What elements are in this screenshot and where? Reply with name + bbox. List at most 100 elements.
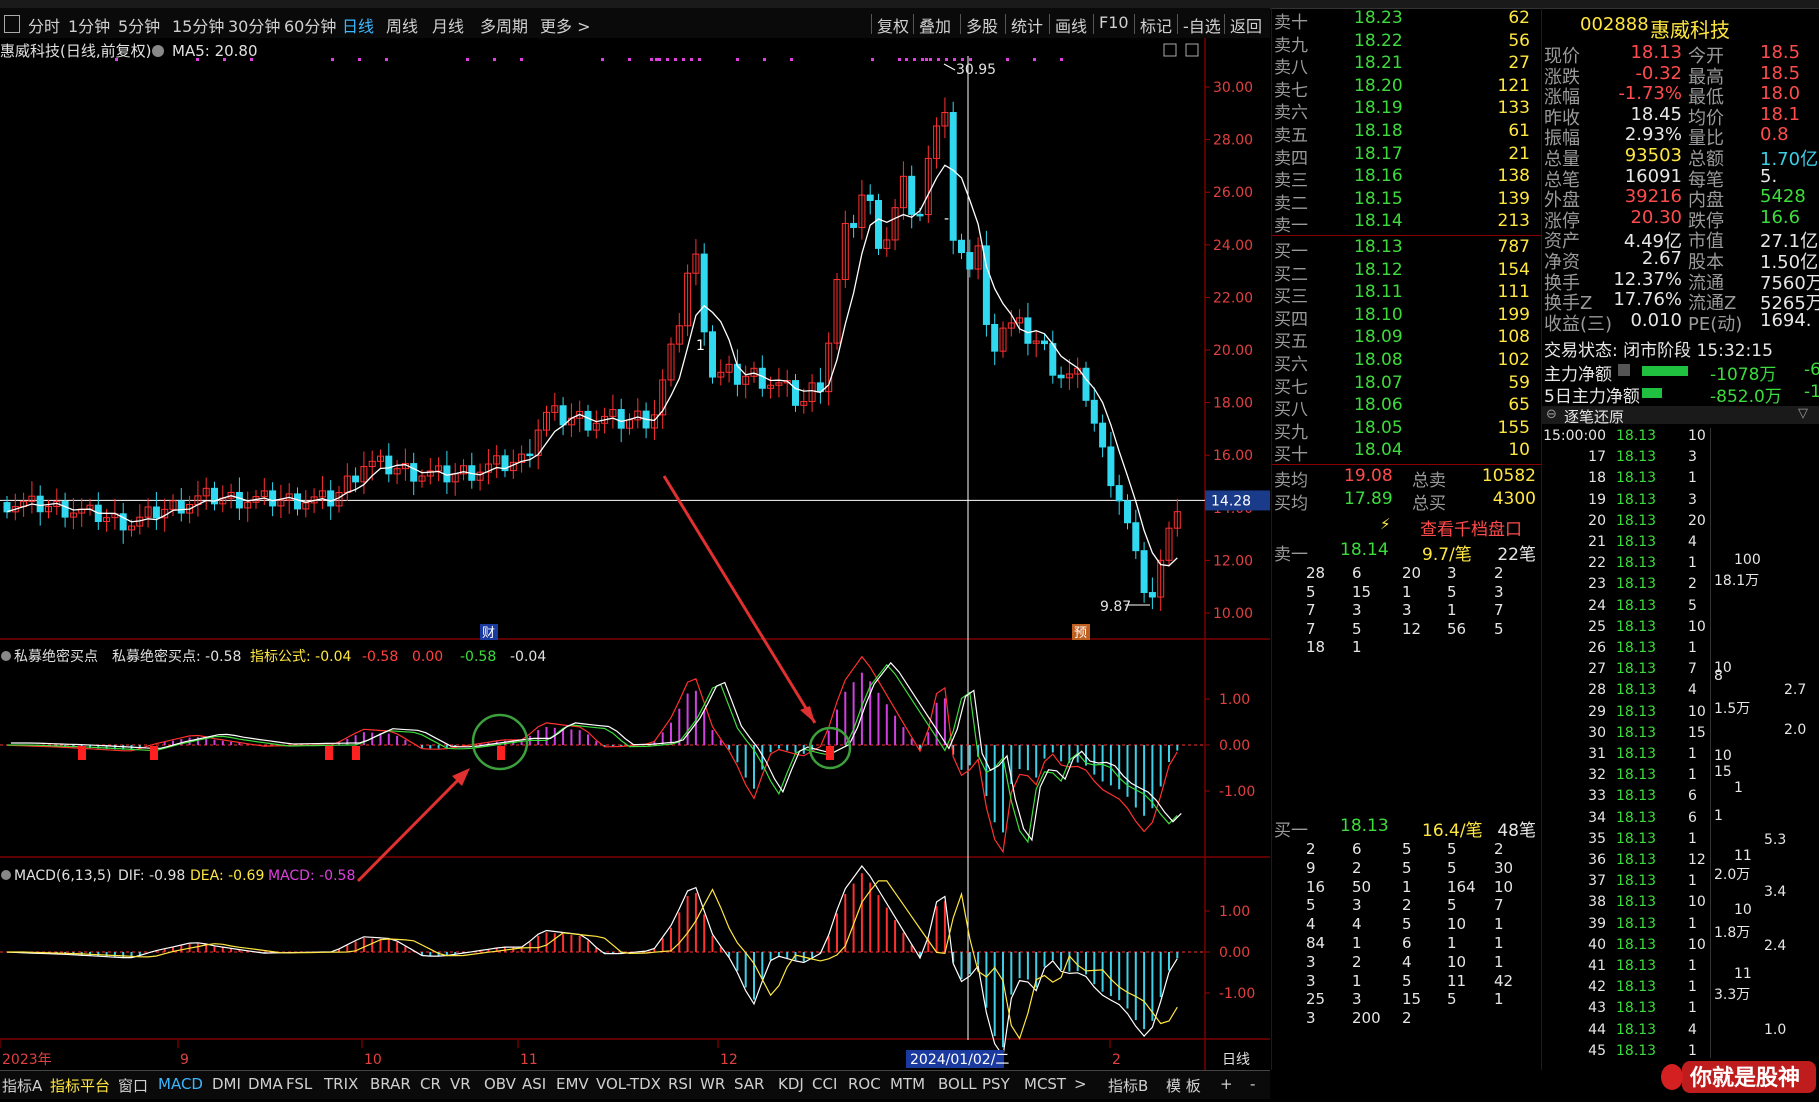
bid-row[interactable]: 买五 18.09 108 — [1272, 327, 1542, 352]
indicator-tab-15[interactable]: RSI — [668, 1075, 692, 1093]
bottom-right-btn-3[interactable]: - — [1250, 1075, 1255, 1093]
indicator-tab-1[interactable]: 指标平台 — [50, 1075, 110, 1096]
ask-row[interactable]: 卖一 18.14 213 — [1272, 211, 1542, 236]
tick-volume: 6 — [1688, 788, 1697, 805]
dropdown-icon[interactable] — [152, 45, 164, 57]
ind1-dropdown-icon[interactable] — [1, 651, 11, 661]
bid-row[interactable]: 买二 18.12 154 — [1272, 260, 1542, 285]
period-2[interactable]: 5分钟 — [118, 13, 160, 37]
indicator-tab-12[interactable]: ASI — [522, 1075, 546, 1093]
indicator-tab-0[interactable]: 指标A — [2, 1075, 42, 1096]
window-menu-icon[interactable] — [4, 15, 20, 33]
ask-row[interactable]: 卖七 18.20 121 — [1272, 76, 1542, 101]
ask-row[interactable]: 卖十 18.23 62 — [1272, 8, 1542, 33]
queue-cell: 7 — [1306, 601, 1316, 619]
toolbar-btn-5[interactable]: F10 — [1099, 13, 1129, 32]
toolbar-btn-8[interactable]: 返回 — [1230, 13, 1262, 37]
queue-cell: 84 — [1306, 934, 1326, 952]
candle-annotation: 1 — [696, 338, 705, 354]
period-9[interactable]: 多周期 — [480, 13, 528, 37]
candle-body — [966, 252, 974, 270]
toolbar-btn-1[interactable]: 叠加 — [919, 13, 951, 37]
bid-row[interactable]: 买九 18.05 155 — [1272, 418, 1542, 443]
tick-row: 26 18.13 1 — [1542, 640, 1819, 660]
toolbar-btn-7[interactable]: -自选 — [1183, 13, 1221, 37]
indicator-tab-10[interactable]: VR — [450, 1075, 471, 1093]
period-6[interactable]: 日线 — [342, 13, 374, 37]
bid-row[interactable]: 买四 18.10 199 — [1272, 305, 1542, 330]
toolbar-btn-0[interactable]: 复权 — [877, 13, 909, 37]
indicator-tab-7[interactable]: TRIX — [324, 1075, 358, 1093]
bid-volume: 102 — [1497, 350, 1530, 370]
indicator-tab-16[interactable]: WR — [700, 1075, 725, 1093]
indicator-tab-23[interactable]: PSY — [982, 1075, 1010, 1093]
indicator-tab-9[interactable]: CR — [420, 1075, 441, 1093]
indicator-tab-2[interactable]: 窗口 — [118, 1075, 148, 1096]
toolbar-btn-4[interactable]: 画线 — [1055, 13, 1087, 37]
period-4[interactable]: 30分钟 — [228, 13, 280, 37]
indicator-tab-11[interactable]: OBV — [484, 1075, 516, 1093]
bid-row[interactable]: 买七 18.07 59 — [1272, 373, 1542, 398]
ask-label: 卖四 — [1274, 148, 1308, 169]
period-0[interactable]: 分时 — [28, 13, 60, 37]
indicator-tab-18[interactable]: KDJ — [778, 1075, 804, 1093]
indicator-tab-3[interactable]: MACD — [158, 1075, 203, 1093]
bid-row[interactable]: 买八 18.06 65 — [1272, 395, 1542, 420]
indicator-tab-19[interactable]: CCI — [812, 1075, 837, 1093]
indicator-tab-8[interactable]: BRAR — [370, 1075, 411, 1093]
period-5[interactable]: 60分钟 — [284, 13, 336, 37]
sell-total-label: 总卖 — [1412, 471, 1446, 491]
date-tick-label: 11 — [520, 1052, 538, 1068]
price-tick-label: 30.00 — [1213, 80, 1253, 96]
period-8[interactable]: 月线 — [432, 13, 464, 37]
candle-body — [1124, 500, 1131, 524]
period-3[interactable]: 15分钟 — [172, 13, 224, 37]
signal-dot — [385, 58, 388, 61]
filter-icon[interactable]: ▽ — [1798, 406, 1808, 421]
ask-row[interactable]: 卖三 18.16 138 — [1272, 166, 1542, 191]
period-1[interactable]: 1分钟 — [68, 13, 110, 37]
main5-net-bar — [1642, 388, 1662, 398]
indicator-tab-6[interactable]: FSL — [286, 1075, 312, 1093]
tick-side-value: 10 — [1714, 748, 1732, 764]
period-10[interactable]: 更多 > — [540, 13, 591, 37]
ask-row[interactable]: 卖二 18.15 139 — [1272, 189, 1542, 214]
ask-row[interactable]: 卖九 18.22 56 — [1272, 31, 1542, 56]
collapse-icon[interactable]: ⊖ — [1546, 407, 1557, 422]
indicator-tab-22[interactable]: BOLL — [938, 1075, 977, 1093]
ask-row[interactable]: 卖五 18.18 61 — [1272, 121, 1542, 146]
bid-row[interactable]: 买一 18.13 787 — [1272, 237, 1542, 262]
bid-row[interactable]: 买十 18.04 10 — [1272, 440, 1542, 465]
indicator-tab-5[interactable]: DMA — [248, 1075, 283, 1093]
depth-link[interactable]: 查看千档盘口 — [1420, 515, 1522, 540]
macd-dropdown-icon[interactable] — [1, 870, 11, 880]
ind1-value-3: -0.58 — [460, 649, 496, 665]
indicator-tab-20[interactable]: ROC — [848, 1075, 881, 1093]
indicator-tab-13[interactable]: EMV — [556, 1075, 589, 1093]
ask-row[interactable]: 卖六 18.19 133 — [1272, 98, 1542, 123]
ask-row[interactable]: 卖八 18.21 27 — [1272, 53, 1542, 78]
queue-cell: 200 — [1352, 1009, 1381, 1028]
indicator-tab-14[interactable]: VOL-TDX — [596, 1075, 661, 1093]
bottom-right-btn-2[interactable]: + — [1220, 1075, 1233, 1093]
toolbar-btn-2[interactable]: 多股 — [966, 13, 998, 37]
indicator-tab-4[interactable]: DMI — [212, 1075, 241, 1093]
toolbar-btn-3[interactable]: 统计 — [1011, 13, 1043, 37]
toolbar-btn-6[interactable]: 标记 — [1140, 13, 1172, 37]
price-tick-label: 28.00 — [1213, 133, 1253, 149]
bid-row[interactable]: 买六 18.08 102 — [1272, 350, 1542, 375]
period-7[interactable]: 周线 — [386, 13, 418, 37]
axis-mode-label[interactable]: 日线 — [1222, 1052, 1250, 1068]
candle-body — [1132, 522, 1140, 552]
indicator-tab-25[interactable]: > — [1074, 1075, 1087, 1093]
indicator-tab-21[interactable]: MTM — [890, 1075, 925, 1093]
chart-area[interactable]: 惠威科技(日线,前复权) MA5: 20.80 30.00 28.00 26.00 24.… — [0, 38, 1270, 1070]
indicator-tab-24[interactable]: MCST — [1024, 1075, 1066, 1093]
signal-dot — [674, 58, 677, 61]
bottom-right-btn-1[interactable]: 模 板 — [1166, 1075, 1201, 1096]
ask-row[interactable]: 卖四 18.17 21 — [1272, 144, 1542, 169]
indicator-tab-17[interactable]: SAR — [734, 1075, 764, 1093]
bid-row[interactable]: 买三 18.11 111 — [1272, 282, 1542, 307]
queue-cell: 5 — [1402, 971, 1412, 990]
bottom-right-btn-0[interactable]: 指标B — [1108, 1075, 1148, 1096]
